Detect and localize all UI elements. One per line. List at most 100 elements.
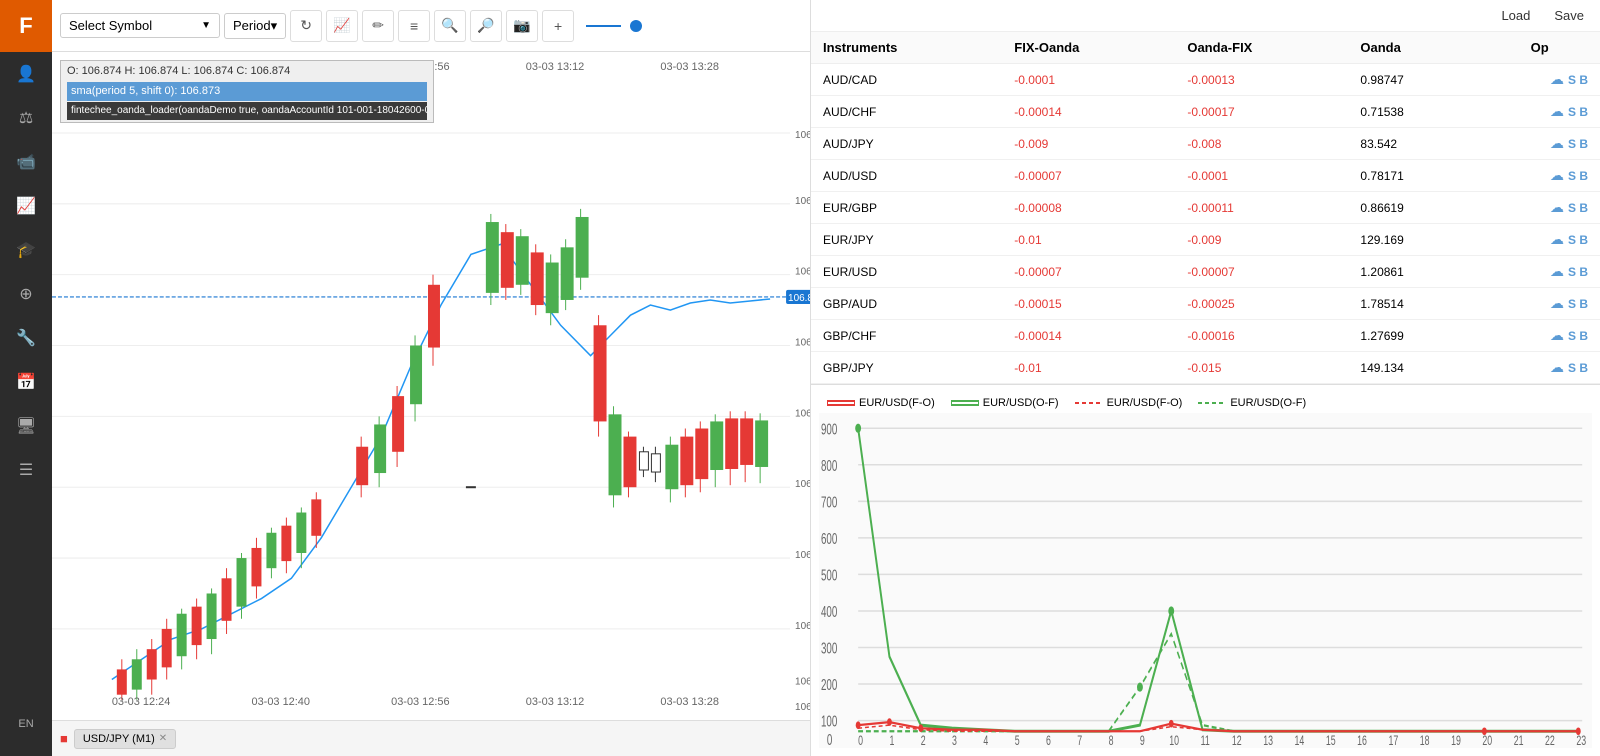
oanda-fix-value: -0.009: [1175, 224, 1348, 256]
table-row[interactable]: AUD/JPY -0.009 -0.008 83.542 ☁ S B: [811, 128, 1600, 160]
svg-text:14: 14: [1295, 734, 1305, 748]
oanda-fix-value: -0.00016: [1175, 320, 1348, 352]
sb-label[interactable]: S B: [1568, 73, 1588, 87]
table-row[interactable]: AUD/CAD -0.0001 -0.00013 0.98747 ☁ S B: [811, 64, 1600, 96]
svg-text:03-03 13:12: 03-03 13:12: [526, 61, 585, 73]
period-button[interactable]: Period▾: [224, 13, 286, 39]
zoom-out-button[interactable]: 🔎: [470, 10, 502, 42]
pencil-button[interactable]: ✏: [362, 10, 394, 42]
svg-text:3: 3: [952, 734, 957, 748]
symbol-tab-close[interactable]: ✕: [159, 733, 167, 744]
oanda-value: 83.542: [1348, 128, 1479, 160]
svg-text:23: 23: [1576, 734, 1586, 748]
oanda-fix-value: -0.00011: [1175, 192, 1348, 224]
menu-button[interactable]: ≡: [398, 10, 430, 42]
svg-text:900: 900: [821, 420, 837, 438]
add-button[interactable]: +: [542, 10, 574, 42]
cloud-icon[interactable]: ☁: [1550, 231, 1564, 248]
spread-chart-section: EUR/USD(F-O) EUR/USD(O-F) EUR/USD(F-O) E…: [811, 385, 1600, 756]
fix-oanda-value: -0.00008: [1002, 192, 1175, 224]
sb-label[interactable]: S B: [1568, 105, 1588, 119]
table-row[interactable]: GBP/AUD -0.00015 -0.00025 1.78514 ☁ S B: [811, 288, 1600, 320]
cloud-icon[interactable]: ☁: [1550, 327, 1564, 344]
table-row[interactable]: EUR/GBP -0.00008 -0.00011 0.86619 ☁ S B: [811, 192, 1600, 224]
sidebar-icon-calendar[interactable]: 📅: [0, 360, 52, 404]
cloud-icon[interactable]: ☁: [1550, 263, 1564, 280]
svg-text:20: 20: [1482, 734, 1492, 748]
sb-label[interactable]: S B: [1568, 297, 1588, 311]
svg-text:19: 19: [1451, 734, 1461, 748]
sidebar-icon-list[interactable]: ☰: [0, 448, 52, 492]
cloud-icon[interactable]: ☁: [1550, 199, 1564, 216]
table-row[interactable]: EUR/USD -0.00007 -0.00007 1.20861 ☁ S B: [811, 256, 1600, 288]
op-cell: ☁ S B: [1479, 128, 1600, 160]
sma-info: sma(period 5, shift 0): 106.873: [67, 82, 427, 102]
legend-item-4: EUR/USD(O-F): [1198, 397, 1306, 409]
table-row[interactable]: AUD/CHF -0.00014 -0.00017 0.71538 ☁ S B: [811, 96, 1600, 128]
symbol-tab[interactable]: USD/JPY (M1) ✕: [74, 729, 176, 749]
sb-label[interactable]: S B: [1568, 137, 1588, 151]
oanda-value: 1.27699: [1348, 320, 1479, 352]
sb-label[interactable]: S B: [1568, 169, 1588, 183]
svg-text:11: 11: [1201, 734, 1210, 748]
cloud-icon[interactable]: ☁: [1550, 167, 1564, 184]
table-row[interactable]: GBP/JPY -0.01 -0.015 149.134 ☁ S B: [811, 352, 1600, 384]
col-instruments: Instruments: [811, 32, 1002, 64]
sidebar-icon-market[interactable]: ⊕: [0, 272, 52, 316]
camera-button[interactable]: 📷: [506, 10, 538, 42]
cloud-icon[interactable]: ☁: [1550, 71, 1564, 88]
save-button[interactable]: Save: [1554, 8, 1584, 23]
svg-text:106.879: 106.879: [795, 196, 810, 207]
chart-canvas[interactable]: 03-03 12:24 03-03 12:40 03-03 12:56 03-0…: [52, 52, 810, 720]
sidebar-icon-chart[interactable]: 📈: [0, 184, 52, 228]
candlestick-svg: 03-03 12:24 03-03 12:40 03-03 12:56 03-0…: [52, 52, 810, 720]
oanda-fix-value: -0.015: [1175, 352, 1348, 384]
sidebar: F 👤 ⚖ 📹 📈 🎓 ⊕ 🔧 📅 🖥 ☰ EN: [0, 0, 52, 756]
symbol-select[interactable]: Select Symbol ▼: [60, 13, 220, 38]
sidebar-lang[interactable]: EN: [0, 702, 52, 746]
symbol-tab-icon: ■: [60, 731, 68, 746]
line-chart-button[interactable]: 📈: [326, 10, 358, 42]
svg-text:03-03 13:28: 03-03 13:28: [660, 696, 719, 708]
sb-label[interactable]: S B: [1568, 361, 1588, 375]
legend-label-1: EUR/USD(F-O): [859, 397, 935, 409]
table-row[interactable]: EUR/JPY -0.01 -0.009 129.169 ☁ S B: [811, 224, 1600, 256]
oanda-fix-value: -0.0001: [1175, 160, 1348, 192]
spread-legend: EUR/USD(F-O) EUR/USD(O-F) EUR/USD(F-O) E…: [819, 393, 1592, 413]
cloud-icon[interactable]: ☁: [1550, 135, 1564, 152]
oanda-value: 0.86619: [1348, 192, 1479, 224]
table-row[interactable]: GBP/CHF -0.00014 -0.00016 1.27699 ☁ S B: [811, 320, 1600, 352]
instruments-table: Instruments FIX-Oanda Oanda-FIX Oanda Op…: [811, 32, 1600, 384]
cloud-icon[interactable]: ☁: [1550, 295, 1564, 312]
cloud-icon[interactable]: ☁: [1550, 359, 1564, 376]
sb-label[interactable]: S B: [1568, 329, 1588, 343]
refresh-button[interactable]: ↻: [290, 10, 322, 42]
oanda-value: 129.169: [1348, 224, 1479, 256]
col-fix-oanda: FIX-Oanda: [1002, 32, 1175, 64]
sidebar-icon-education[interactable]: 🎓: [0, 228, 52, 272]
svg-text:12: 12: [1232, 734, 1242, 748]
cloud-icon[interactable]: ☁: [1550, 103, 1564, 120]
fix-oanda-value: -0.00007: [1002, 160, 1175, 192]
sidebar-icon-scale[interactable]: ⚖: [0, 96, 52, 140]
svg-text:03-03 12:40: 03-03 12:40: [251, 696, 310, 708]
svg-text:22: 22: [1545, 734, 1555, 748]
svg-text:03-03 12:24: 03-03 12:24: [112, 696, 171, 708]
logo-button[interactable]: F: [0, 0, 52, 52]
sidebar-icon-monitor[interactable]: 🖥: [0, 404, 52, 448]
sidebar-icon-video[interactable]: 📹: [0, 140, 52, 184]
svg-text:16: 16: [1357, 734, 1367, 748]
instrument-name: EUR/GBP: [811, 192, 1002, 224]
zoom-in-button[interactable]: 🔍: [434, 10, 466, 42]
sb-label[interactable]: S B: [1568, 233, 1588, 247]
color-line-indicator: [586, 21, 626, 31]
table-row[interactable]: AUD/USD -0.00007 -0.0001 0.78171 ☁ S B: [811, 160, 1600, 192]
sb-label[interactable]: S B: [1568, 265, 1588, 279]
sidebar-icon-tools[interactable]: 🔧: [0, 316, 52, 360]
op-cell: ☁ S B: [1479, 352, 1600, 384]
sb-label[interactable]: S B: [1568, 201, 1588, 215]
svg-text:7: 7: [1077, 734, 1082, 748]
sidebar-icon-user[interactable]: 👤: [0, 52, 52, 96]
load-button[interactable]: Load: [1501, 8, 1530, 23]
op-cell: ☁ S B: [1479, 96, 1600, 128]
